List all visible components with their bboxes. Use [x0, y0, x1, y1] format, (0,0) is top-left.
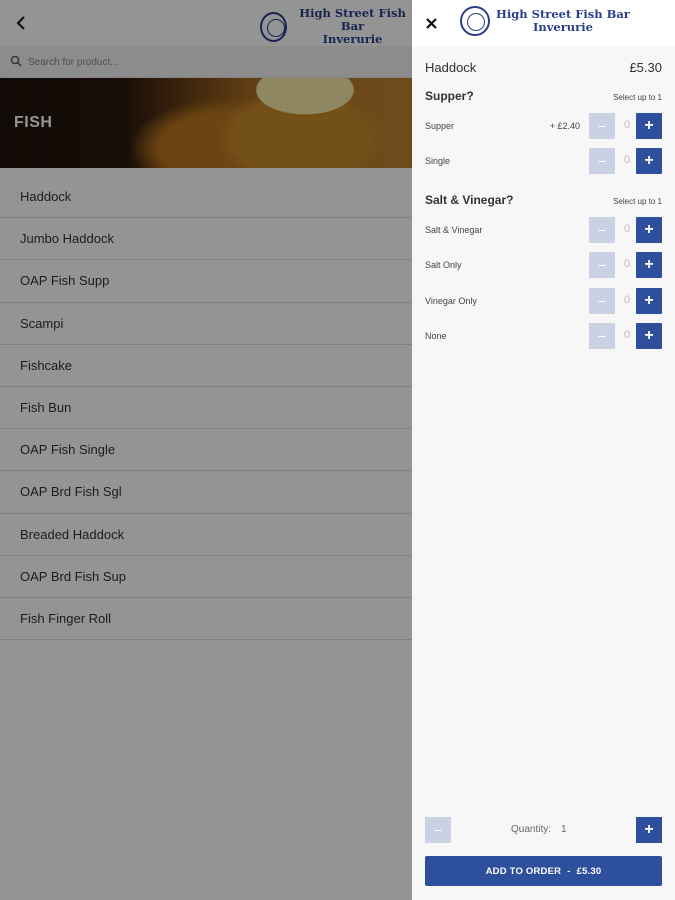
option-increment-button[interactable]: + [636, 252, 662, 278]
option-decrement-button[interactable]: − [589, 113, 615, 139]
quantity-stepper: − Quantity: 1 + [425, 817, 662, 843]
option-price: + £2.40 [549, 121, 580, 131]
close-button[interactable] [422, 13, 440, 33]
option-label: None [425, 331, 447, 341]
option-label: Supper [425, 121, 455, 131]
option-decrement-button[interactable]: − [589, 217, 615, 243]
option-group-title: Salt & Vinegar? Select up to 1 [425, 193, 662, 207]
option-increment-button[interactable]: + [636, 113, 662, 139]
option-label: Salt & Vinegar [425, 225, 483, 235]
option-row: Salt & Vinegar − 0 + [425, 217, 662, 243]
product-price: £5.30 [629, 60, 662, 75]
option-increment-button[interactable]: + [636, 323, 662, 349]
product-header: Haddock £5.30 [425, 60, 662, 75]
add-to-order-total: £5.30 [576, 865, 602, 877]
brand-line-2: Inverurie [532, 20, 593, 34]
option-decrement-button[interactable]: − [589, 252, 615, 278]
option-increment-button[interactable]: + [636, 148, 662, 174]
option-decrement-button[interactable]: − [589, 148, 615, 174]
add-to-order-button[interactable]: ADD TO ORDER - £5.30 [425, 856, 662, 886]
option-count: 0 [623, 294, 631, 306]
option-label: Vinegar Only [425, 296, 477, 306]
add-to-order-label: ADD TO ORDER [485, 865, 562, 877]
quantity-decrement-button[interactable]: − [425, 817, 451, 843]
quantity-value: 1 [561, 824, 567, 835]
quantity-label: Quantity: [511, 824, 552, 835]
product-options-drawer: High Street Fish Bar Inverurie Haddock £… [412, 0, 675, 900]
option-count: 0 [623, 329, 631, 341]
option-decrement-button[interactable]: − [589, 323, 615, 349]
option-row: Salt Only − 0 + [425, 252, 662, 278]
option-label: Salt Only [425, 260, 462, 270]
quantity-increment-button[interactable]: + [636, 817, 662, 843]
option-count: 0 [623, 258, 631, 270]
option-label: Single [425, 156, 451, 166]
option-count: 0 [623, 119, 631, 131]
drawer-header: High Street Fish Bar Inverurie [412, 0, 675, 46]
close-icon [425, 17, 437, 29]
option-increment-button[interactable]: + [636, 217, 662, 243]
option-increment-button[interactable]: + [636, 288, 662, 314]
option-row: None − 0 + [425, 323, 662, 349]
option-count: 0 [623, 154, 631, 166]
option-group-name: Salt & Vinegar? [425, 193, 514, 207]
option-group-limit: Select up to 1 [613, 197, 662, 206]
modal-overlay[interactable] [0, 0, 412, 900]
option-row: Single − 0 + [425, 148, 662, 174]
option-group-limit: Select up to 1 [613, 93, 662, 102]
brand-logo: High Street Fish Bar Inverurie [460, 6, 630, 36]
option-group-title: Supper? Select up to 1 [425, 89, 662, 103]
option-row: Vinegar Only − 0 + [425, 288, 662, 314]
product-page: High Street Fish Bar Inverurie FISH Hadd… [0, 0, 412, 900]
add-to-order-separator: - [567, 865, 571, 877]
option-decrement-button[interactable]: − [589, 288, 615, 314]
option-count: 0 [623, 223, 631, 235]
brand-seal-icon [460, 6, 490, 36]
brand-text: High Street Fish Bar Inverurie [496, 8, 630, 34]
product-name: Haddock [425, 60, 477, 75]
option-group-name: Supper? [425, 89, 474, 103]
option-row: Supper + £2.40 − 0 + [425, 113, 662, 139]
